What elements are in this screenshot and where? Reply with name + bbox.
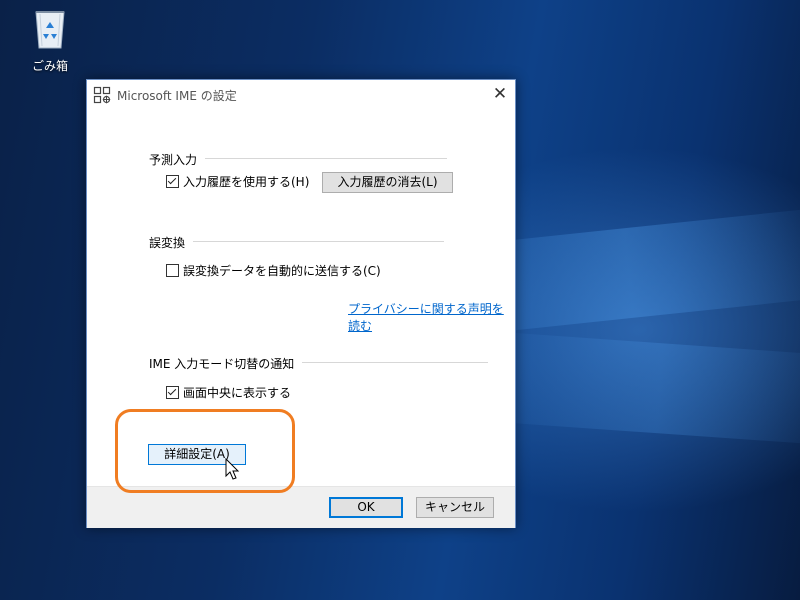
- use-history-checkbox[interactable]: [166, 175, 179, 188]
- desktop-icon-recycle-bin[interactable]: ごみ箱: [20, 6, 80, 74]
- section-title-prediction: 予測入力: [149, 151, 206, 168]
- ime-settings-icon: [93, 86, 111, 104]
- clear-history-button[interactable]: 入力履歴の消去(L): [322, 172, 453, 193]
- close-button[interactable]: ✕: [485, 80, 515, 110]
- show-center-checkbox-row[interactable]: 画面中央に表示する: [166, 386, 291, 402]
- dialog-title: Microsoft IME の設定: [117, 89, 237, 103]
- privacy-statement-link[interactable]: プライバシーに関する声明を読む: [348, 300, 515, 334]
- close-icon: ✕: [492, 84, 508, 104]
- wallpaper-beam: [466, 330, 800, 447]
- send-data-checkbox[interactable]: [166, 264, 179, 277]
- show-center-checkbox[interactable]: [166, 386, 179, 399]
- desktop: ごみ箱 Microsoft IME の設定 ✕ 予測入力 入力履歴を使用する(H…: [0, 0, 800, 600]
- use-history-checkbox-row[interactable]: 入力履歴を使用する(H): [166, 175, 309, 191]
- send-data-checkbox-row[interactable]: 誤変換データを自動的に送信する(C): [166, 264, 381, 280]
- section-title-mode-notification: IME 入力モード切替の通知: [149, 355, 303, 372]
- section-separator: [149, 241, 444, 242]
- section-title-misconversion: 誤変換: [149, 234, 194, 251]
- recycle-bin-label: ごみ箱: [31, 59, 68, 73]
- dialog-titlebar[interactable]: Microsoft IME の設定 ✕: [87, 80, 515, 110]
- use-history-label: 入力履歴を使用する(H): [183, 175, 310, 189]
- cancel-button[interactable]: キャンセル: [416, 497, 494, 518]
- mouse-cursor-icon: [225, 458, 240, 480]
- send-data-label: 誤変換データを自動的に送信する(C): [183, 264, 381, 278]
- ok-button[interactable]: OK: [329, 497, 403, 518]
- recycle-bin-icon: [35, 11, 65, 49]
- show-center-label: 画面中央に表示する: [183, 386, 292, 400]
- highlight-annotation: [115, 409, 295, 493]
